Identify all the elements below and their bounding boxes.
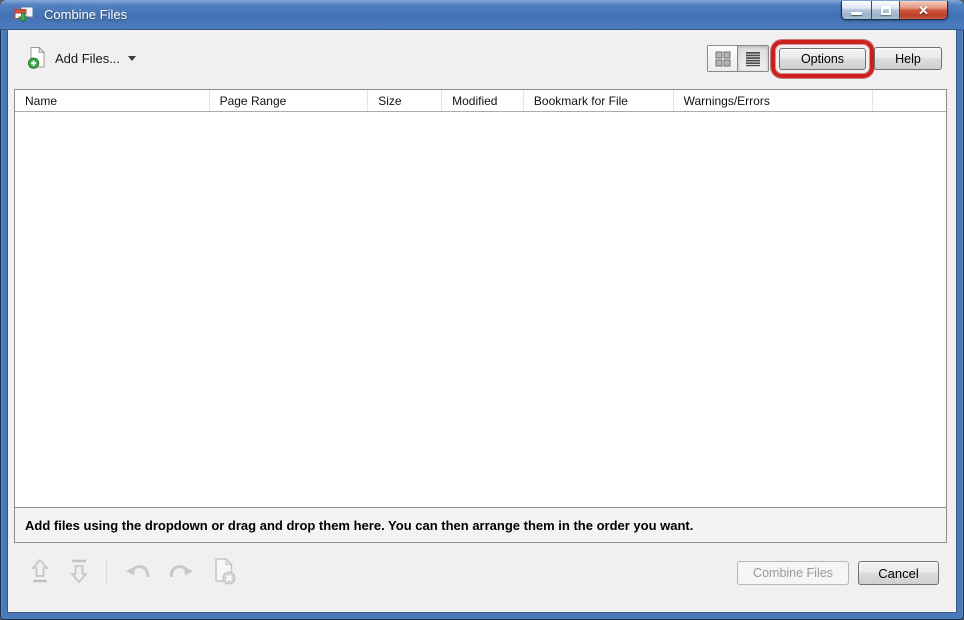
minimize-icon — [851, 12, 862, 15]
view-toggle — [707, 45, 769, 72]
column-header-size[interactable]: Size — [368, 90, 442, 111]
red-highlight-annotation: Options — [771, 40, 874, 78]
list-view-button[interactable] — [738, 46, 768, 71]
add-file-icon — [27, 46, 47, 70]
combine-files-app-icon — [14, 6, 34, 24]
add-files-label: Add Files... — [55, 51, 120, 66]
add-files-button[interactable]: Add Files... — [18, 41, 145, 75]
footer-toolbar — [28, 554, 238, 590]
empty-state-message: Add files using the dropdown or drag and… — [25, 518, 693, 533]
column-header-modified[interactable]: Modified — [442, 90, 524, 111]
minimize-button[interactable] — [842, 1, 871, 19]
titlebar[interactable]: Combine Files — [0, 0, 964, 30]
move-down-button[interactable] — [67, 557, 91, 587]
move-up-button[interactable] — [28, 557, 52, 587]
redo-icon — [167, 559, 197, 585]
window-title: Combine Files — [44, 7, 127, 22]
file-drop-area[interactable] — [15, 112, 946, 507]
redo-button[interactable] — [167, 559, 197, 585]
column-header-warnings-errors[interactable]: Warnings/Errors — [674, 90, 874, 111]
cancel-button[interactable]: Cancel — [858, 561, 939, 585]
caret-down-icon — [128, 56, 136, 65]
move-down-icon — [67, 557, 91, 587]
maximize-icon — [881, 6, 891, 15]
maximize-button[interactable] — [871, 1, 899, 19]
combine-files-button[interactable]: Combine Files — [737, 561, 849, 585]
combine-files-dialog: Combine Files ✕ Add Files... — [0, 0, 964, 620]
column-header-page-range[interactable]: Page Range — [210, 90, 369, 111]
table-header-row: NamePage RangeSizeModifiedBookmark for F… — [15, 90, 946, 112]
column-header-name[interactable]: Name — [15, 90, 210, 111]
column-header-spacer[interactable] — [873, 90, 946, 111]
close-icon: ✕ — [918, 4, 929, 17]
window-controls: ✕ — [841, 1, 948, 20]
thumbnail-view-button[interactable] — [708, 46, 738, 71]
remove-file-button[interactable] — [212, 557, 238, 587]
toolbar-separator — [106, 559, 107, 586]
file-list-panel: NamePage RangeSizeModifiedBookmark for F… — [14, 89, 947, 508]
move-up-icon — [28, 557, 52, 587]
undo-icon — [122, 559, 152, 585]
options-button[interactable]: Options — [779, 48, 866, 70]
column-header-bookmark-for-file[interactable]: Bookmark for File — [524, 90, 674, 111]
close-button[interactable]: ✕ — [899, 1, 947, 19]
remove-file-icon — [212, 557, 238, 587]
undo-button[interactable] — [122, 559, 152, 585]
client-area: Add Files... — [7, 30, 957, 613]
list-view-icon — [745, 51, 761, 67]
grid-view-icon — [715, 51, 731, 67]
help-button[interactable]: Help — [874, 47, 942, 70]
empty-state-message-bar: Add files using the dropdown or drag and… — [14, 507, 947, 543]
